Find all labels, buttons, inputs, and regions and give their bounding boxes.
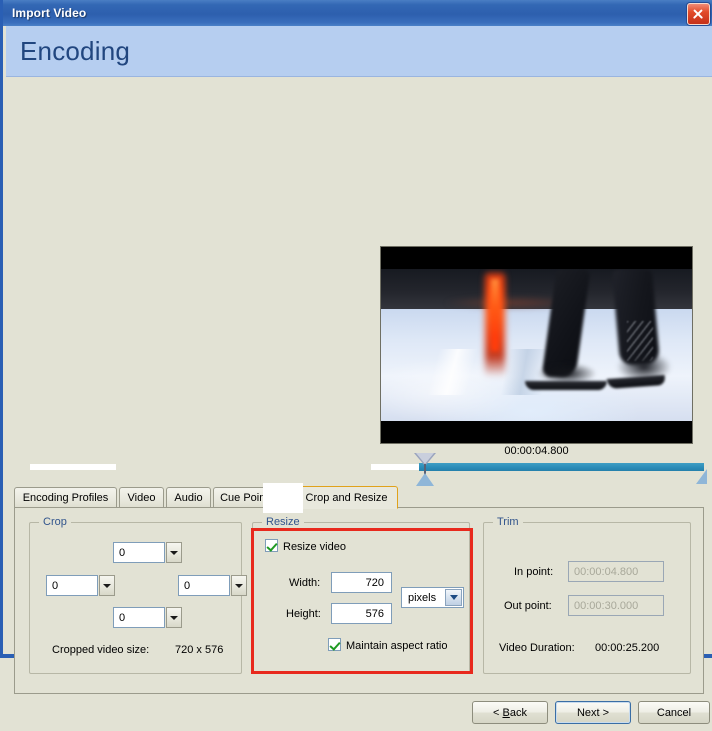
- close-icon[interactable]: [687, 3, 710, 25]
- back-button-label: < Back: [493, 706, 527, 719]
- in-point-input[interactable]: 00:00:04.800: [568, 561, 664, 582]
- timeline-track-selected[interactable]: [419, 463, 704, 471]
- crop-and-resize-panel: Crop 0 0 0 0 Cropped video size: 720 x 5…: [14, 508, 704, 694]
- out-point-marker-icon[interactable]: [696, 469, 708, 485]
- crop-right-input[interactable]: 0: [178, 575, 230, 596]
- tab-strip: Encoding Profiles Video Audio Cue Points…: [14, 483, 704, 513]
- letterbox-bottom: [381, 421, 692, 443]
- dialog-body: 00:00:04.800 Encoding Profiles Video Aud…: [6, 77, 712, 724]
- resize-group: Resize Resize video Width: 720 Height: 5…: [252, 516, 470, 674]
- tab-audio[interactable]: Audio: [166, 487, 211, 508]
- playhead-top-triangle-inner: [416, 453, 434, 464]
- red-light-core: [491, 279, 499, 351]
- chevron-down-icon: [170, 615, 178, 620]
- cropped-size-value: 720 x 576: [175, 644, 224, 656]
- window-title: Import Video: [12, 6, 87, 20]
- page-header: Encoding: [6, 26, 712, 77]
- title-bar: Import Video: [3, 0, 712, 26]
- crop-group-label: Crop: [39, 516, 71, 528]
- skate-blade-left: [525, 381, 607, 390]
- next-button-label: Next >: [576, 706, 610, 719]
- width-input[interactable]: 720: [331, 572, 392, 593]
- tab-crop-and-resize[interactable]: Crop and Resize: [295, 486, 398, 509]
- crop-left-input[interactable]: 0: [46, 575, 98, 596]
- chevron-down-icon: [170, 550, 178, 555]
- timeline-playhead-handle[interactable]: [414, 453, 436, 487]
- resize-video-checkbox[interactable]: [265, 539, 278, 552]
- crop-top-spinner[interactable]: [166, 542, 182, 563]
- out-point-input[interactable]: 00:00:30.000: [568, 595, 664, 616]
- crop-bottom-spinner[interactable]: [166, 607, 182, 628]
- video-duration-value: 00:00:25.200: [595, 642, 660, 654]
- resize-video-label: Resize video: [283, 541, 346, 553]
- back-button[interactable]: < Back: [472, 701, 548, 724]
- crop-left-spinner[interactable]: [99, 575, 115, 596]
- chevron-down-icon: [235, 583, 243, 588]
- tab-label: Crop and Resize: [305, 491, 388, 504]
- video-preview[interactable]: [381, 247, 692, 443]
- dialog-button-row: < Back Next > Cancel: [6, 701, 712, 731]
- video-duration-label: Video Duration:: [499, 642, 575, 654]
- in-point-marker-icon: [416, 473, 434, 486]
- maintain-aspect-ratio-label: Maintain aspect ratio: [346, 640, 448, 652]
- trim-group: Trim In point: 00:00:04.800 Out point: 0…: [483, 516, 691, 674]
- height-input[interactable]: 576: [331, 603, 392, 624]
- chevron-down-icon: [103, 583, 111, 588]
- trim-group-label: Trim: [493, 516, 523, 528]
- tab-label: Audio: [174, 492, 203, 504]
- tab-label: Video: [127, 492, 156, 504]
- timeline-track-segment-left[interactable]: [30, 464, 116, 470]
- crop-top-input[interactable]: 0: [113, 542, 165, 563]
- crop-bottom-input[interactable]: 0: [113, 607, 165, 628]
- maintain-aspect-ratio-checkbox[interactable]: [328, 638, 341, 651]
- resize-group-label: Resize: [262, 516, 304, 528]
- blank-overlay-region: [263, 483, 303, 513]
- cropped-size-label: Cropped video size:: [52, 644, 150, 656]
- tab-encoding-profiles[interactable]: Encoding Profiles: [14, 487, 117, 508]
- video-frame-image: [381, 269, 692, 421]
- page-title: Encoding: [20, 35, 131, 66]
- resize-unit-select[interactable]: pixels: [401, 587, 464, 608]
- width-label: Width:: [289, 577, 321, 589]
- chevron-down-icon[interactable]: [445, 589, 462, 606]
- out-point-label: Out point:: [504, 600, 552, 612]
- tab-video[interactable]: Video: [119, 487, 164, 508]
- cancel-button[interactable]: Cancel: [638, 701, 710, 724]
- in-point-label: In point:: [514, 566, 554, 578]
- resize-unit-value: pixels: [408, 591, 437, 604]
- letterbox-top: [381, 247, 692, 269]
- height-label: Height:: [286, 608, 321, 620]
- import-video-dialog: Import Video Encoding 00:00:04.800 Encod…: [0, 0, 712, 724]
- tab-label: Encoding Profiles: [22, 492, 109, 504]
- crop-right-spinner[interactable]: [231, 575, 247, 596]
- next-button[interactable]: Next >: [555, 701, 631, 724]
- cancel-button-label: Cancel: [656, 706, 692, 719]
- crop-group: Crop 0 0 0 0 Cropped video size: 720 x 5…: [29, 516, 247, 674]
